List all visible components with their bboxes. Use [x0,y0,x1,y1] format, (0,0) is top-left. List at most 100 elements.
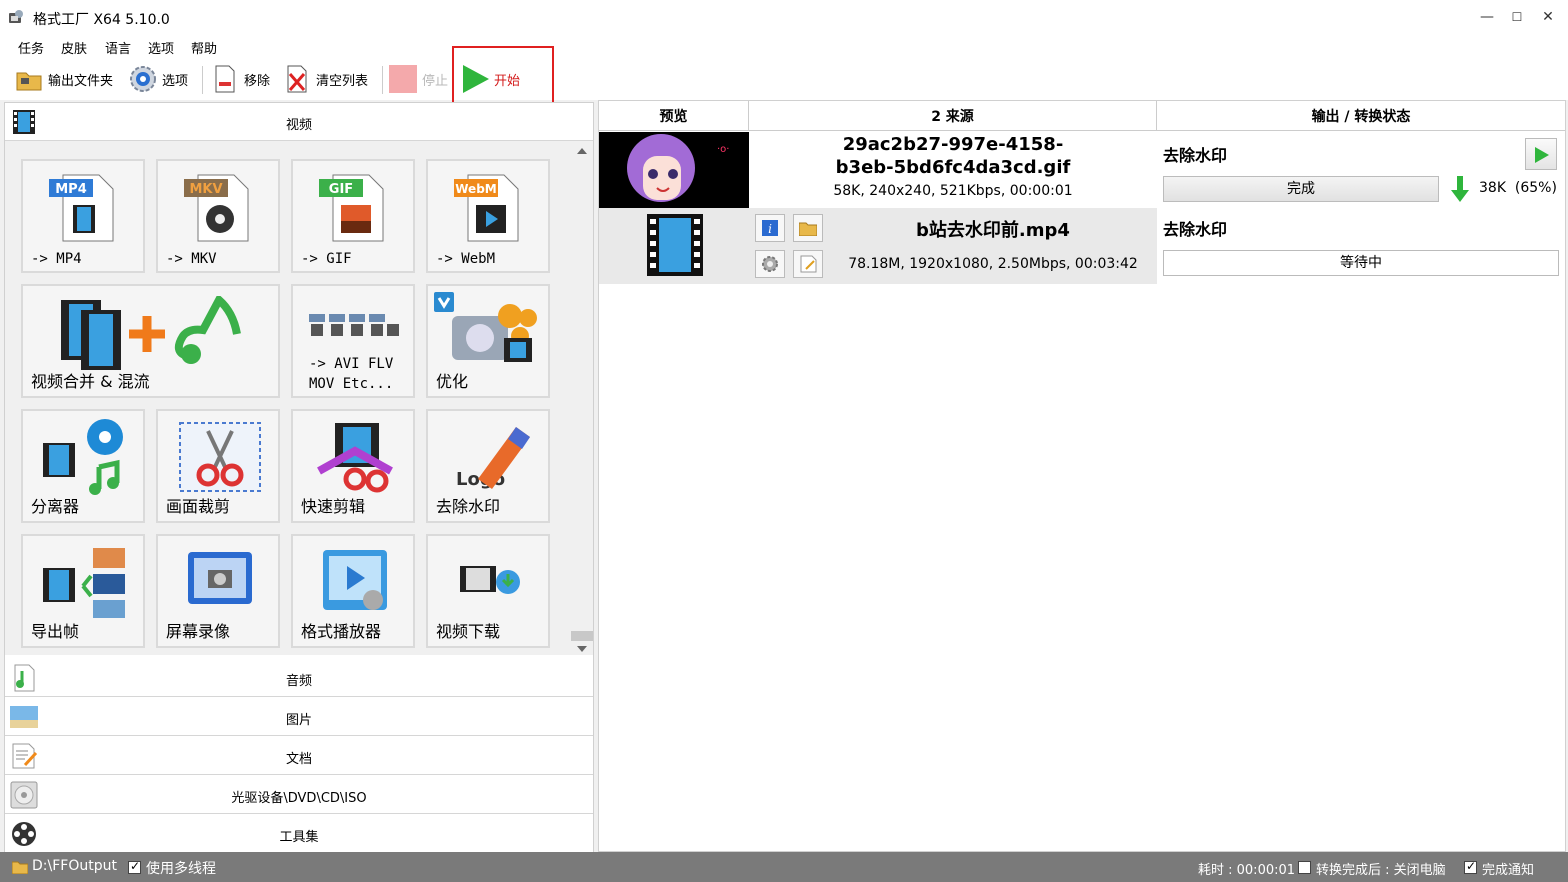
tile-splitter[interactable]: 分离器 [21,409,145,523]
player-icon [323,550,387,610]
tile-label: 屏幕录像 [166,622,231,641]
webm-badge-text: WebM [455,182,496,196]
gif-file-icon: GIF [319,174,384,242]
source-filename: b站去水印前.mp4 [916,220,1070,241]
gear-icon [762,256,778,272]
tile-label: 格式播放器 [301,622,382,641]
remove-document-icon [215,65,235,93]
video-download-icon [460,566,520,594]
after-convert-label: 转换完成后 : 关闭电脑 [1316,863,1446,878]
edit-document-icon [800,255,817,273]
tile-optimize[interactable]: 优化 [426,284,550,398]
task-row[interactable]: i b站去水印前.mp4 78.18M, 1920x1080, 2.50Mbps… [599,208,1565,284]
column-header-source[interactable]: 2 来源 [749,101,1157,131]
info-button[interactable]: i [755,214,785,242]
multithread-checkbox[interactable] [128,859,141,874]
tile-to-gif[interactable]: GIF -> GIF [291,159,415,273]
webm-file-icon: WebM [454,174,519,242]
folder-icon [799,222,817,236]
notify-checkbox[interactable] [1464,859,1477,874]
task-row[interactable]: ·o· 29ac2b27-997e-4158- b3eb-5bd6fc4da3c… [599,132,1565,208]
menu-help[interactable]: 帮助 [191,38,217,57]
tile-label: -> GIF [301,251,352,267]
gif-badge-text: GIF [329,182,353,197]
status-progress-bar: 等待中 [1163,250,1559,276]
optimize-gears-icon [434,292,537,362]
menu-options[interactable]: 选项 [148,38,174,57]
mp4-file-icon: MP4 [49,174,114,242]
tile-merge-mux[interactable]: 视频合并 & 混流 [21,284,280,398]
menu-bar: 任务 皮肤 语言 选项 帮助 [0,34,1568,58]
toolbar: 输出文件夹 选项 移除 清空列表 停止 开始 [0,58,1568,100]
close-button[interactable]: ✕ [1533,6,1563,28]
tile-label: 视频合并 & 混流 [31,372,150,391]
tile-label: 优化 [436,372,469,391]
output-action: 去除水印 [1163,220,1228,239]
tile-remove-watermark[interactable]: Logo 去除水印 [426,409,550,523]
category-document[interactable]: 文档 [5,737,593,775]
tile-quick-cut[interactable]: 快速剪辑 [291,409,415,523]
menu-language[interactable]: 语言 [105,38,131,57]
down-arrow-icon [1451,176,1469,202]
clear-list-button[interactable]: 清空列表 [282,62,368,96]
tile-label: 快速剪辑 [301,497,366,516]
tile-to-mkv[interactable]: MKV -> MKV [156,159,280,273]
after-convert-checkbox[interactable] [1298,861,1311,874]
tile-to-webm[interactable]: WebM -> WebM [426,159,550,273]
notify-label: 完成通知 [1482,863,1535,878]
options-button[interactable]: 选项 [128,62,188,96]
tile-label: 分离器 [31,497,80,516]
tile-to-avi-flv-mov[interactable]: -> AVI FLV MOV Etc... [291,284,415,398]
tile-screen-record[interactable]: 屏幕录像 [156,534,280,648]
minimize-button[interactable]: — [1472,6,1502,28]
status-progress-bar: 完成 [1163,176,1439,202]
mkv-file-icon: MKV [184,174,249,242]
maximize-button[interactable]: ☐ [1502,6,1532,28]
stop-button[interactable]: 停止 [388,62,448,96]
column-header-output[interactable]: 输出 / 转换状态 [1157,101,1565,131]
app-logo-icon [9,10,23,23]
task-settings-button[interactable] [755,250,785,278]
output-path[interactable]: D:\FFOutput [32,858,117,874]
category-audio[interactable]: 音频 [5,659,593,697]
menu-skin[interactable]: 皮肤 [61,38,87,57]
format-badges-icon [309,314,399,336]
tile-label: -> MKV [166,251,217,267]
info-icon: i [762,220,778,236]
source-filename-line2: b3eb-5bd6fc4da3cd.gif [835,157,1071,178]
merge-icon [61,296,241,370]
tile-to-mp4[interactable]: MP4 -> MP4 [21,159,145,273]
play-output-button[interactable] [1525,138,1557,170]
grid-scrollbar[interactable] [571,141,593,655]
gif-preview-thumbnail: ·o· [599,132,749,208]
output-action: 去除水印 [1163,146,1228,165]
tile-video-download[interactable]: 视频下载 [426,534,550,648]
scroll-down-arrow-icon[interactable] [577,645,587,653]
remove-button[interactable]: 移除 [210,62,270,96]
scroll-up-arrow-icon[interactable] [577,147,587,155]
splitter-icon [43,419,123,495]
tile-export-frames[interactable]: 导出帧 [21,534,145,648]
toolbar-divider [202,66,203,94]
open-folder-button[interactable] [793,214,823,242]
tile-crop[interactable]: 画面裁剪 [156,409,280,523]
tile-player[interactable]: 格式播放器 [291,534,415,648]
category-disc[interactable]: 光驱设备\DVD\CD\ISO [5,776,593,814]
category-video[interactable]: 视频 [5,103,593,141]
source-filename: 29ac2b27-997e-4158- [842,134,1064,155]
menu-task[interactable]: 任务 [18,38,44,57]
category-image[interactable]: 图片 [5,698,593,736]
scroll-thumb[interactable] [571,631,593,641]
edit-clip-button[interactable] [793,250,823,278]
clear-list-icon [287,65,307,93]
gear-icon [130,66,156,92]
folder-icon [12,861,28,874]
source-info: 58K, 240x240, 521Kbps, 00:00:01 [833,183,1073,199]
column-header-preview[interactable]: 预览 [599,101,749,131]
output-folder-button[interactable]: 输出文件夹 [14,62,113,96]
video-file-icon [647,214,703,276]
multithread-label: 使用多线程 [146,861,216,877]
category-tools[interactable]: 工具集 [5,815,593,853]
tile-label: 画面裁剪 [166,497,231,516]
svg-text:·o·: ·o· [717,144,729,155]
